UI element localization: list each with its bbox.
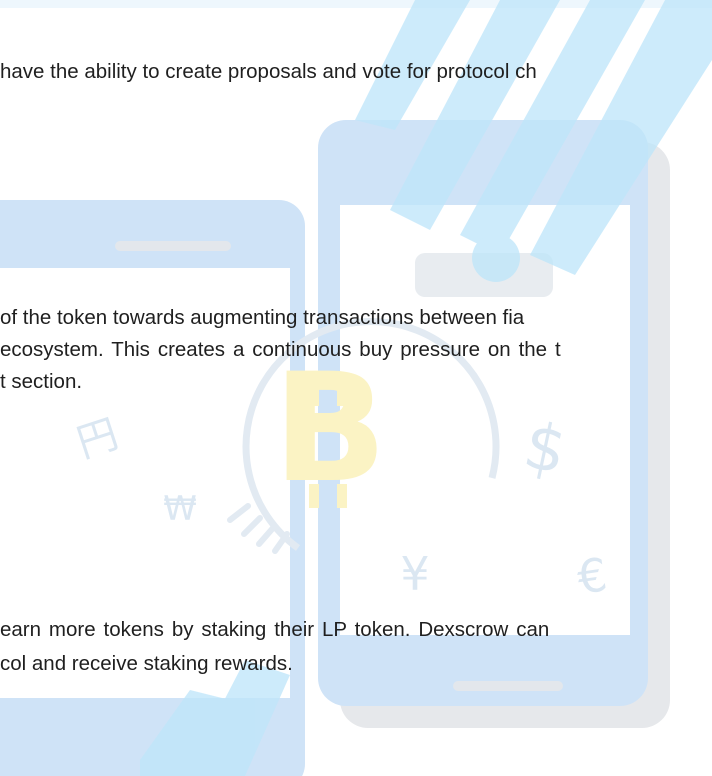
svg-text:B: B	[273, 342, 387, 516]
text-line-2: of the token towards augmenting transact…	[0, 306, 525, 329]
text-line-4: t section.	[0, 370, 83, 393]
text-line-1: have the ability to create proposals and…	[0, 60, 537, 83]
yen-icon: ¥	[400, 547, 429, 601]
text-line-6: col and receive staking rewards.	[0, 652, 293, 675]
won-icon: ₩	[163, 489, 197, 529]
text-line-3: ecosystem. This creates a continuous buy…	[0, 338, 561, 361]
text-line-5: earn more tokens by staking their LP tok…	[0, 618, 550, 641]
